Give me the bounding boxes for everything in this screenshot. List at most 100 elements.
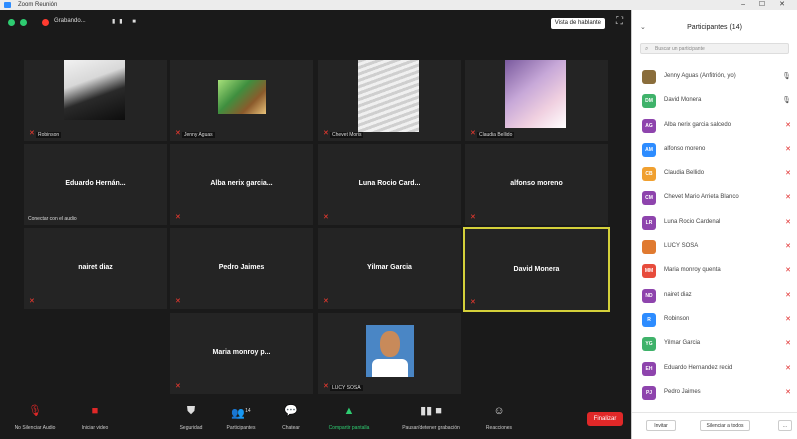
muted-mic-icon[interactable]: ✕ xyxy=(785,339,791,347)
muted-mic-icon: ✕ xyxy=(175,130,181,137)
participant-name: Maria monroy p... xyxy=(212,349,271,356)
avatar: EH xyxy=(642,361,656,376)
unmute-button[interactable]: 🎙 No Silenciar Audio xyxy=(6,403,64,431)
muted-mic-icon[interactable]: ✕ xyxy=(785,291,791,299)
participant-row[interactable]: CB Claudia Bellido ✕ xyxy=(632,162,797,186)
mic-icon[interactable]: 🎙 xyxy=(782,96,791,104)
muted-mic-icon: ✕ xyxy=(470,214,476,221)
muted-mic-icon: ✕ xyxy=(175,298,181,305)
muted-mic-icon: ✕ xyxy=(470,130,476,137)
end-meeting-button[interactable]: Finalizar xyxy=(587,412,623,426)
recording-control-button[interactable]: ▮▮ ■ Pausar/detener grabación xyxy=(398,403,464,431)
participant-name-tag: Jenny Aguas xyxy=(182,132,215,138)
video-tile[interactable]: Luna Rocio Card... ✕ xyxy=(318,144,461,225)
participant-name: nairet diaz xyxy=(78,264,113,271)
participant-video xyxy=(64,60,125,120)
video-tile[interactable]: ✕ LUCY SOSA xyxy=(318,313,461,394)
muted-mic-icon: ✕ xyxy=(175,383,181,390)
participant-name: nairet diaz xyxy=(664,291,692,298)
muted-mic-icon[interactable]: ✕ xyxy=(785,364,791,372)
start-video-button[interactable]: ■ Iniciar video xyxy=(66,403,124,431)
muted-mic-icon[interactable]: ✕ xyxy=(785,242,791,250)
invite-button[interactable]: Invitar xyxy=(646,420,676,431)
avatar xyxy=(642,240,656,255)
more-options-button[interactable]: ... xyxy=(778,420,792,431)
participant-row[interactable]: MM Maria monroy quenta ✕ xyxy=(632,259,797,283)
recording-label: Grabando... xyxy=(54,18,86,24)
window-controls[interactable]: – ☐ ✕ xyxy=(741,0,791,10)
participant-row[interactable]: EH Eduardo Hernandez recid ✕ xyxy=(632,357,797,381)
face-shape xyxy=(380,331,400,357)
participant-name-tag: Robinson xyxy=(36,132,62,138)
participant-name: LUCY SOSA xyxy=(664,243,699,250)
share-screen-button[interactable]: ▲ Compartir pantalla xyxy=(320,403,378,431)
window-title: Zoom Reunión xyxy=(18,2,58,8)
avatar: MM xyxy=(642,264,656,279)
muted-mic-icon[interactable]: ✕ xyxy=(785,169,791,177)
participant-name: Maria monroy quenta xyxy=(664,267,721,274)
meeting-topbar: Grabando... ▮▮ ■ Vista de hablante ⛶ xyxy=(0,10,631,36)
participant-row[interactable]: DM David Monera 🎙 xyxy=(632,89,797,113)
participant-row[interactable]: AM alfonso moreno ✕ xyxy=(632,138,797,162)
muted-mic-icon[interactable]: ✕ xyxy=(785,266,791,274)
muted-mic-icon[interactable]: ✕ xyxy=(785,388,791,396)
video-tile[interactable]: ✕ Chevet Moris xyxy=(318,60,461,141)
participant-name: Alba nerix garcia... xyxy=(210,180,273,187)
participant-video xyxy=(505,60,566,128)
participant-row[interactable]: AG Alba nerix garcia salcedo ✕ xyxy=(632,114,797,138)
muted-mic-icon[interactable]: ✕ xyxy=(785,121,791,129)
video-tile[interactable]: Yilmar Garcia ✕ xyxy=(318,228,461,309)
video-tile[interactable]: ✕ Jenny Aguas xyxy=(170,60,313,141)
mute-all-button[interactable]: Silenciar a todos xyxy=(700,420,750,431)
avatar: AM xyxy=(642,142,656,157)
video-tile[interactable]: Maria monroy p... ✕ xyxy=(170,313,313,394)
participant-name: Chevet Mario Arrieta Blanco xyxy=(664,194,739,201)
connect-audio-label: Conectar con el audio xyxy=(28,216,77,222)
participant-video xyxy=(358,60,419,132)
video-tile[interactable]: Pedro Jaimes ✕ xyxy=(170,228,313,309)
active-speaker-tile[interactable]: David Monera ✕ xyxy=(463,227,610,312)
participant-search-input[interactable]: ⌕ Buscar un participante xyxy=(640,43,789,54)
muted-mic-icon: ✕ xyxy=(175,214,181,221)
participant-name-tag: Chevet Moris xyxy=(330,132,364,138)
smiley-icon: ☺ xyxy=(493,405,505,417)
participant-name: Yilmar Garcia xyxy=(367,264,412,271)
muted-mic-icon[interactable]: ✕ xyxy=(785,193,791,201)
share-screen-icon: ▲ xyxy=(343,405,355,417)
video-tile[interactable]: Alba nerix garcia... ✕ xyxy=(170,144,313,225)
muted-mic-icon[interactable]: ✕ xyxy=(785,145,791,153)
participant-name: Luna Rocio Card... xyxy=(358,180,421,187)
video-tile[interactable]: ✕ Robinson xyxy=(24,60,167,141)
participant-name: Alba nerix garcia salcedo xyxy=(664,121,732,128)
participant-row[interactable]: CM Chevet Mario Arrieta Blanco ✕ xyxy=(632,186,797,210)
search-placeholder: Buscar un participante xyxy=(655,46,705,52)
avatar: CB xyxy=(642,167,656,182)
muted-mic-icon[interactable]: ✕ xyxy=(785,218,791,226)
fullscreen-icon[interactable]: ⛶ xyxy=(616,16,623,27)
video-tile[interactable]: ✕ Claudia Bellido xyxy=(465,60,608,141)
participant-avatar-image xyxy=(218,80,266,114)
video-tile[interactable]: alfonso moreno ✕ xyxy=(465,144,608,225)
panel-footer: Invitar Silenciar a todos ... xyxy=(632,412,797,439)
participant-row[interactable]: PJ Pedro Jaimes ✕ xyxy=(632,381,797,405)
view-button[interactable]: Vista de hablante xyxy=(550,18,605,29)
video-tile[interactable]: Eduardo Hernán... Conectar con el audio xyxy=(24,144,167,225)
chat-button[interactable]: 💬 Chatear xyxy=(262,403,320,431)
participants-panel: ⌄ Participantes (14) ⌕ Buscar un partici… xyxy=(631,10,797,439)
participant-row[interactable]: LR Luna Rocio Cardenal ✕ xyxy=(632,211,797,235)
mic-icon[interactable]: 🎙 xyxy=(782,72,791,80)
search-icon: ⌕ xyxy=(645,46,649,52)
recording-controls-icon[interactable]: ▮▮ ■ xyxy=(112,18,140,25)
participant-row[interactable]: YG Yilmar Garcia ✕ xyxy=(632,332,797,356)
participant-row[interactable]: R Robinson ✕ xyxy=(632,308,797,332)
reactions-button[interactable]: ☺ Reacciones xyxy=(470,403,528,431)
muted-mic-icon: ✕ xyxy=(323,298,329,305)
muted-mic-icon[interactable]: ✕ xyxy=(785,315,791,323)
video-tile[interactable]: nairet diaz ✕ xyxy=(24,228,167,309)
security-shield-icon[interactable] xyxy=(8,19,15,26)
participant-row[interactable]: LUCY SOSA ✕ xyxy=(632,235,797,259)
meeting-info-icon[interactable] xyxy=(20,19,27,26)
participant-row[interactable]: Jenny Aguas (Anfitrión, yo) 🎙 xyxy=(632,65,797,89)
participant-name: Pedro Jaimes xyxy=(664,388,701,395)
participant-row[interactable]: ND nairet diaz ✕ xyxy=(632,284,797,308)
